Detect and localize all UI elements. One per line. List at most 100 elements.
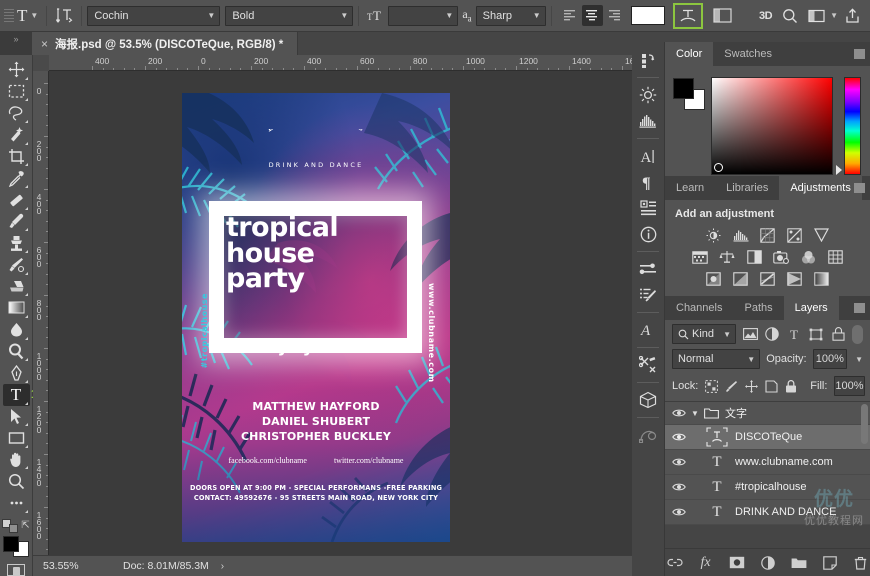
glyphs-icon[interactable]: A	[635, 317, 661, 343]
foreground-background-color[interactable]	[3, 536, 29, 557]
photo-filter-icon[interactable]	[773, 249, 789, 265]
poster-document[interactable]: DISCOTEQUE DRINK AND DANCE tropical hous…	[182, 93, 450, 542]
hue-slider[interactable]	[844, 77, 861, 175]
selective-color-icon[interactable]	[814, 271, 830, 287]
close-icon[interactable]: ×	[41, 37, 48, 51]
status-expand-icon[interactable]: ›	[221, 561, 224, 572]
edit-toolbar-icon[interactable]	[3, 492, 30, 514]
brightness-contrast-icon[interactable]	[706, 227, 722, 243]
layer-group-row[interactable]: ▼ 文字	[665, 402, 870, 425]
align-left-button[interactable]	[560, 5, 581, 26]
eyedropper-tool[interactable]	[3, 167, 30, 189]
clone-stamp-tool[interactable]	[3, 232, 30, 254]
align-right-button[interactable]	[604, 5, 625, 26]
type-filter-icon[interactable]: T	[786, 326, 802, 342]
quick-mask-icon[interactable]	[7, 564, 25, 576]
layer-visibility-icon[interactable]	[669, 408, 689, 418]
blur-tool[interactable]	[3, 319, 30, 341]
vibrance-icon[interactable]	[814, 227, 830, 243]
workspace-icon[interactable]	[804, 5, 828, 27]
font-size-input[interactable]: ▼	[388, 6, 458, 26]
tab-layers[interactable]: Layers	[784, 296, 839, 320]
exposure-icon[interactable]	[787, 227, 803, 243]
filter-toggle[interactable]	[852, 325, 863, 344]
chevron-down-icon[interactable]: ▼	[855, 355, 863, 364]
posterize-icon[interactable]	[733, 271, 749, 287]
adjustments-icon[interactable]	[635, 82, 661, 108]
color-field-cursor[interactable]	[714, 163, 723, 172]
tab-channels[interactable]: Channels	[665, 296, 733, 320]
panel-menu-icon[interactable]	[854, 303, 865, 313]
lock-nesting-icon[interactable]	[765, 378, 778, 394]
3d-icon[interactable]	[635, 387, 661, 413]
healing-brush-tool[interactable]	[3, 189, 30, 211]
histogram-icon[interactable]	[635, 108, 661, 134]
invert-icon[interactable]	[706, 271, 722, 287]
lock-all-icon[interactable]	[785, 378, 797, 394]
rectangle-tool[interactable]	[3, 427, 30, 449]
gradient-map-icon[interactable]	[787, 271, 803, 287]
properties-icon[interactable]	[635, 195, 661, 221]
search-icon[interactable]	[778, 5, 802, 27]
foreground-color-swatch[interactable]	[673, 78, 694, 99]
canvas-viewport[interactable]: DISCOTEQUE DRINK AND DANCE tropical hous…	[49, 71, 632, 555]
lasso-tool[interactable]	[3, 102, 30, 124]
swap-colors-icon[interactable]	[2, 519, 18, 533]
anti-alias-select[interactable]: Sharp ▼	[476, 6, 546, 26]
layers-scrollbar[interactable]	[861, 404, 868, 444]
3d-icon[interactable]: 3D	[755, 10, 776, 22]
layer-visibility-icon[interactable]	[669, 482, 689, 492]
foreground-color-swatch[interactable]	[3, 536, 19, 552]
lock-image-icon[interactable]	[725, 378, 738, 394]
channel-mixer-icon[interactable]	[800, 249, 816, 265]
color-field[interactable]	[711, 77, 833, 175]
eraser-tool[interactable]	[3, 276, 30, 298]
warp-text-button[interactable]: 2	[673, 3, 703, 29]
new-adjustment-icon[interactable]	[759, 554, 776, 571]
actions-icon[interactable]	[635, 352, 661, 378]
marquee-tool[interactable]	[3, 81, 30, 103]
gradient-tool[interactable]	[3, 297, 30, 319]
tab-libraries[interactable]: Libraries	[715, 176, 779, 200]
paragraph-icon[interactable]: ¶	[635, 169, 661, 195]
options-bar-grip[interactable]	[4, 6, 14, 26]
share-icon[interactable]	[840, 5, 864, 27]
tab-swatches[interactable]: Swatches	[713, 42, 783, 66]
move-tool[interactable]	[3, 59, 30, 81]
panel-menu-icon[interactable]	[854, 49, 865, 59]
quick-selection-tool[interactable]	[3, 124, 30, 146]
tab-color[interactable]: Color	[665, 42, 713, 66]
hand-tool[interactable]	[3, 449, 30, 471]
document-tab[interactable]: × 海报.psd @ 53.5% (DISCOTeQue, RGB/8) *	[32, 32, 298, 55]
collapse-toolbar-icon[interactable]: »	[0, 32, 32, 55]
tool-presets-icon[interactable]	[635, 256, 661, 282]
text-color-swatch[interactable]	[631, 6, 665, 25]
reset-colors-icon[interactable]: ⇱	[21, 520, 29, 531]
character-icon[interactable]: A	[635, 143, 661, 169]
tab-learn[interactable]: Learn	[665, 176, 715, 200]
color-swatches[interactable]	[673, 78, 705, 110]
font-style-select[interactable]: Bold ▼	[225, 6, 353, 26]
color-lookup-icon[interactable]	[827, 249, 843, 265]
history-icon[interactable]	[635, 47, 661, 73]
lock-position-icon[interactable]	[745, 378, 758, 394]
opacity-value[interactable]: 100%	[813, 349, 848, 369]
add-mask-icon[interactable]	[728, 554, 745, 571]
new-layer-icon[interactable]	[821, 554, 838, 571]
pen-tool[interactable]	[3, 362, 30, 384]
brush-tool[interactable]	[3, 211, 30, 233]
panel-menu-icon[interactable]	[854, 183, 865, 193]
threshold-icon[interactable]	[760, 271, 776, 287]
path-selection-tool[interactable]	[3, 406, 30, 428]
align-center-button[interactable]	[582, 5, 603, 26]
type-tool[interactable]: T 1	[3, 384, 30, 406]
tab-adjustments[interactable]: Adjustments	[779, 176, 862, 200]
history-brush-tool[interactable]	[3, 254, 30, 276]
layer-row[interactable]: DISCOTeQue	[665, 425, 870, 450]
toggle-text-orientation-icon[interactable]	[52, 5, 76, 27]
layer-visibility-icon[interactable]	[669, 507, 689, 517]
new-group-icon[interactable]	[790, 554, 807, 571]
paths-shape-icon[interactable]	[635, 422, 661, 448]
curves-icon[interactable]	[760, 227, 776, 243]
chevron-down-icon[interactable]: ▼	[689, 409, 701, 418]
